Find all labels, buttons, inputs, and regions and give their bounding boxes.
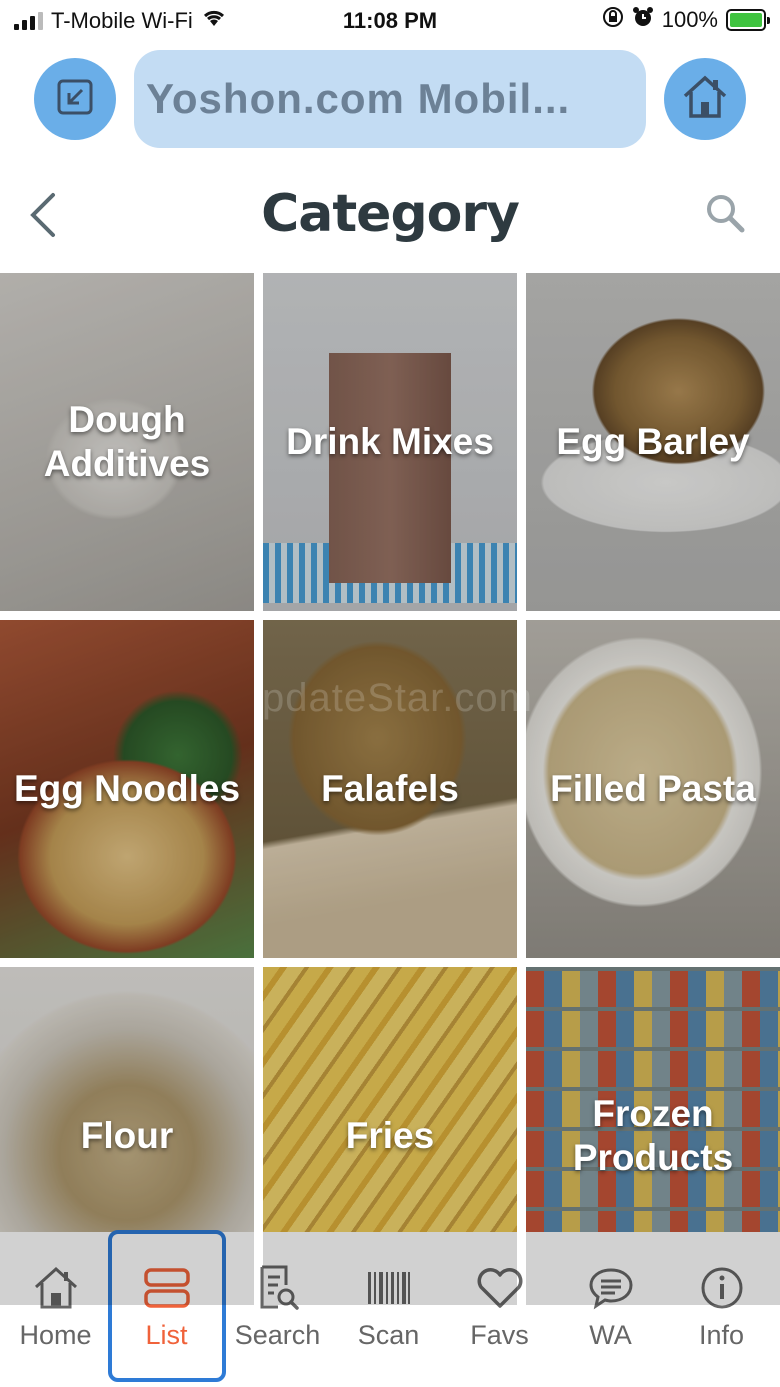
category-label: Frozen Products <box>572 1092 734 1178</box>
page-title: Category <box>261 184 520 244</box>
status-right: 100% <box>602 6 770 34</box>
search-button[interactable] <box>700 190 750 240</box>
orientation-lock-icon <box>602 6 624 34</box>
nav-label: Info <box>698 1320 745 1350</box>
category-tile-fries[interactable]: Fries <box>263 967 517 1305</box>
category-tile-frozen-products[interactable]: Frozen Products <box>526 967 780 1305</box>
battery-level <box>730 13 762 27</box>
category-label: Flour <box>80 1114 174 1156</box>
category-tile-egg-noodles[interactable]: Egg Noodles <box>0 620 254 958</box>
minimize-button[interactable] <box>34 58 116 140</box>
category-label: Drink Mixes <box>286 420 494 462</box>
category-label: Filled Pasta <box>550 767 756 809</box>
category-tile-egg-barley[interactable]: Egg Barley <box>526 273 780 611</box>
category-tile-falafels[interactable]: Falafels <box>263 620 517 958</box>
search-icon <box>704 192 746 239</box>
category-tile-dough-additives[interactable]: Dough Additives <box>0 273 254 611</box>
nav-label: Search <box>234 1320 321 1350</box>
category-tile-filled-pasta[interactable]: Filled Pasta <box>526 620 780 958</box>
category-label: Dough Additives <box>43 398 211 484</box>
house-icon <box>681 74 729 125</box>
alarm-icon <box>632 6 654 34</box>
url-title: Yoshon.com Mobil... <box>146 75 571 122</box>
nav-label: Scan <box>357 1320 420 1350</box>
category-label: Fries <box>345 1114 435 1156</box>
minimize-arrow-icon <box>55 77 95 122</box>
battery-percent: 100% <box>661 7 718 32</box>
home-button[interactable] <box>664 58 746 140</box>
status-bar: T-Mobile Wi-Fi 11:08 PM 100% <box>0 0 780 44</box>
nav-label: WA <box>589 1320 632 1350</box>
browser-bar: Yoshon.com Mobil... <box>0 50 780 150</box>
url-bar[interactable]: Yoshon.com Mobil... <box>134 50 646 148</box>
category-label: Falafels <box>321 767 459 809</box>
category-label: Egg Noodles <box>13 767 241 809</box>
category-label: Egg Barley <box>556 420 750 462</box>
page-header: Category <box>0 170 780 265</box>
category-tile-flour[interactable]: Flour <box>0 967 254 1305</box>
category-tile-drink-mixes[interactable]: Drink Mixes <box>263 273 517 611</box>
nav-label: Favs <box>470 1320 529 1350</box>
nav-label: Home <box>19 1320 92 1350</box>
battery-icon <box>726 9 770 31</box>
watermark-text: pdateStar.com <box>262 676 533 720</box>
